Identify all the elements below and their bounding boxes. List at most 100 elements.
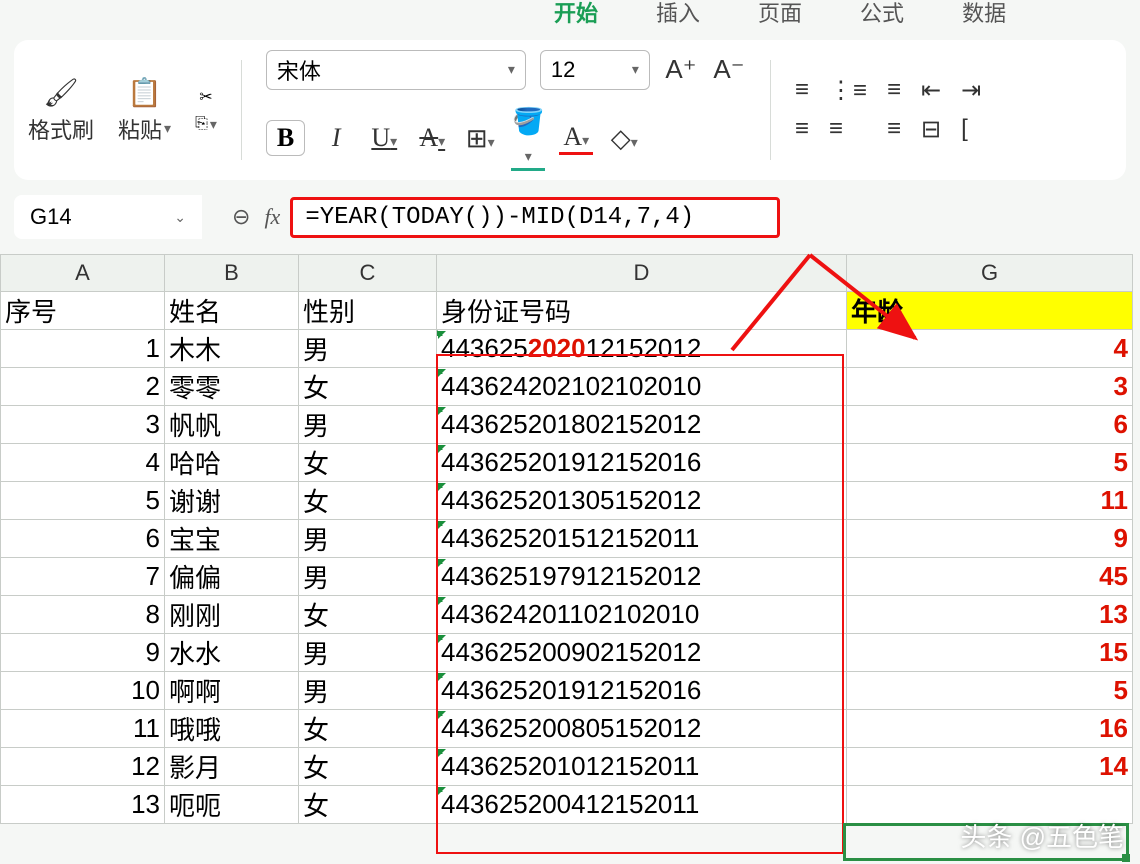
italic-button[interactable]: I bbox=[319, 123, 353, 153]
cell-age[interactable]: 13 bbox=[847, 596, 1133, 634]
wrap-icon[interactable]: [ bbox=[961, 115, 981, 144]
cell-id[interactable]: 443625200805152012 bbox=[437, 710, 847, 748]
format-painter-group[interactable]: 🖌 格式刷 bbox=[28, 76, 94, 145]
hdr-name[interactable]: 姓名 bbox=[165, 292, 299, 330]
font-size-select[interactable]: 12 ▾ bbox=[540, 50, 650, 90]
paste-group[interactable]: 📋 粘贴▾ bbox=[118, 76, 171, 145]
table-row[interactable]: 3帆帆男4436252018021520126 bbox=[1, 406, 1133, 444]
cell-gender[interactable]: 女 bbox=[299, 596, 437, 634]
cell-seq[interactable]: 4 bbox=[1, 444, 165, 482]
table-row[interactable]: 9水水男44362520090215201215 bbox=[1, 634, 1133, 672]
cell-name[interactable]: 呃呃 bbox=[165, 786, 299, 824]
cell-id[interactable]: 443625201802152012 bbox=[437, 406, 847, 444]
indent-dec-icon[interactable]: ⇤ bbox=[921, 76, 941, 105]
cell-name[interactable]: 哦哦 bbox=[165, 710, 299, 748]
cell-gender[interactable]: 男 bbox=[299, 672, 437, 710]
cell-id[interactable]: 443625201012152011 bbox=[437, 748, 847, 786]
table-row[interactable]: 12影月女44362520101215201114 bbox=[1, 748, 1133, 786]
underline-button[interactable]: U▾ bbox=[367, 123, 401, 153]
cancel-fx-icon[interactable]: ⊖ bbox=[232, 204, 250, 230]
merge-icon[interactable]: ⊟ bbox=[921, 115, 941, 144]
cell-name[interactable]: 影月 bbox=[165, 748, 299, 786]
table-row[interactable]: 8刚刚女44362420110210201013 bbox=[1, 596, 1133, 634]
cell-id[interactable]: 443625201912152016 bbox=[437, 672, 847, 710]
cell-seq[interactable]: 7 bbox=[1, 558, 165, 596]
align-left-icon[interactable]: ≡ bbox=[795, 115, 809, 144]
cell-seq[interactable]: 12 bbox=[1, 748, 165, 786]
cell-name[interactable]: 哈哈 bbox=[165, 444, 299, 482]
cell-age[interactable]: 6 bbox=[847, 406, 1133, 444]
col-header-A[interactable]: A bbox=[1, 255, 165, 292]
cell-name[interactable]: 水水 bbox=[165, 634, 299, 672]
cell-age[interactable]: 5 bbox=[847, 444, 1133, 482]
hdr-seq[interactable]: 序号 bbox=[1, 292, 165, 330]
cell-id[interactable]: 443625197912152012 bbox=[437, 558, 847, 596]
cell-age[interactable]: 4 bbox=[847, 330, 1133, 368]
cell-gender[interactable]: 女 bbox=[299, 444, 437, 482]
cell-gender[interactable]: 男 bbox=[299, 406, 437, 444]
cell-name[interactable]: 零零 bbox=[165, 368, 299, 406]
tab-start[interactable]: 开始 bbox=[550, 0, 602, 30]
align-top-icon[interactable]: ≡ bbox=[795, 76, 809, 105]
align-right-icon[interactable]: ≡ bbox=[887, 115, 901, 144]
cell-id[interactable]: 443625201912152016 bbox=[437, 444, 847, 482]
indent-inc-icon[interactable]: ⇥ bbox=[961, 76, 981, 105]
tab-formula[interactable]: 公式 bbox=[856, 0, 908, 30]
cell-name[interactable]: 木木 bbox=[165, 330, 299, 368]
cell-gender[interactable]: 女 bbox=[299, 368, 437, 406]
cell-id[interactable]: 443625201512152011 bbox=[437, 520, 847, 558]
cell-id[interactable]: 443624201102102010 bbox=[437, 596, 847, 634]
cell-seq[interactable]: 8 bbox=[1, 596, 165, 634]
align-mid-icon[interactable]: ⋮≡ bbox=[829, 76, 867, 105]
cell-seq[interactable]: 10 bbox=[1, 672, 165, 710]
table-row[interactable]: 4哈哈女4436252019121520165 bbox=[1, 444, 1133, 482]
eraser-button[interactable]: ◇▾ bbox=[607, 123, 641, 154]
col-header-G[interactable]: G bbox=[847, 255, 1133, 292]
hdr-id[interactable]: 身份证号码 bbox=[437, 292, 847, 330]
cell-seq[interactable]: 13 bbox=[1, 786, 165, 824]
cell-age[interactable]: 11 bbox=[847, 482, 1133, 520]
cell-seq[interactable]: 9 bbox=[1, 634, 165, 672]
cell-name[interactable]: 刚刚 bbox=[165, 596, 299, 634]
copy-icon[interactable]: ⎘ bbox=[195, 115, 208, 133]
font-name-select[interactable]: 宋体 ▾ bbox=[266, 50, 526, 90]
name-box[interactable]: G14 ⌄ bbox=[14, 195, 202, 239]
cell-name[interactable]: 啊啊 bbox=[165, 672, 299, 710]
cell-seq[interactable]: 3 bbox=[1, 406, 165, 444]
cell-seq[interactable]: 6 bbox=[1, 520, 165, 558]
cell-age[interactable]: 3 bbox=[847, 368, 1133, 406]
col-header-D[interactable]: D bbox=[437, 255, 847, 292]
table-row[interactable]: 10啊啊男4436252019121520165 bbox=[1, 672, 1133, 710]
table-row[interactable]: 6宝宝男4436252015121520119 bbox=[1, 520, 1133, 558]
cell-id[interactable]: 443625200412152011 bbox=[437, 786, 847, 824]
cell-seq[interactable]: 1 bbox=[1, 330, 165, 368]
cell-name[interactable]: 谢谢 bbox=[165, 482, 299, 520]
cell-seq[interactable]: 11 bbox=[1, 710, 165, 748]
cell-gender[interactable]: 男 bbox=[299, 330, 437, 368]
borders-button[interactable]: ⊞▾ bbox=[463, 123, 497, 154]
table-row[interactable]: 1木木男4436252020121520124 bbox=[1, 330, 1133, 368]
col-header-C[interactable]: C bbox=[299, 255, 437, 292]
hdr-gender[interactable]: 性别 bbox=[299, 292, 437, 330]
decrease-font-icon[interactable]: A⁻ bbox=[712, 54, 746, 85]
cell-gender[interactable]: 女 bbox=[299, 710, 437, 748]
tab-data[interactable]: 数据 bbox=[958, 0, 1010, 30]
grid[interactable]: A B C D G 序号 姓名 性别 身份证号码 年龄 1木木男44362520… bbox=[0, 254, 1133, 824]
cell-seq[interactable]: 2 bbox=[1, 368, 165, 406]
font-color-button[interactable]: A▾ bbox=[559, 122, 593, 155]
fx-icon[interactable]: fx bbox=[264, 204, 280, 230]
cut-icon[interactable]: ✂ bbox=[199, 87, 212, 107]
fill-color-button[interactable]: 🪣▾ bbox=[511, 106, 545, 171]
cell-gender[interactable]: 男 bbox=[299, 558, 437, 596]
cell-age[interactable]: 45 bbox=[847, 558, 1133, 596]
cell-name[interactable]: 偏偏 bbox=[165, 558, 299, 596]
cell-gender[interactable]: 男 bbox=[299, 520, 437, 558]
cell-id[interactable]: 443625202012152012 bbox=[437, 330, 847, 368]
bold-button[interactable]: B bbox=[266, 120, 305, 156]
table-row[interactable]: 7偏偏男44362519791215201245 bbox=[1, 558, 1133, 596]
formula-bar[interactable]: =YEAR(TODAY())-MID(D14,7,4) bbox=[290, 197, 780, 238]
cell-name[interactable]: 帆帆 bbox=[165, 406, 299, 444]
cell-gender[interactable]: 女 bbox=[299, 786, 437, 824]
table-row[interactable]: 11哦哦女44362520080515201216 bbox=[1, 710, 1133, 748]
cell-id[interactable]: 443625201305152012 bbox=[437, 482, 847, 520]
